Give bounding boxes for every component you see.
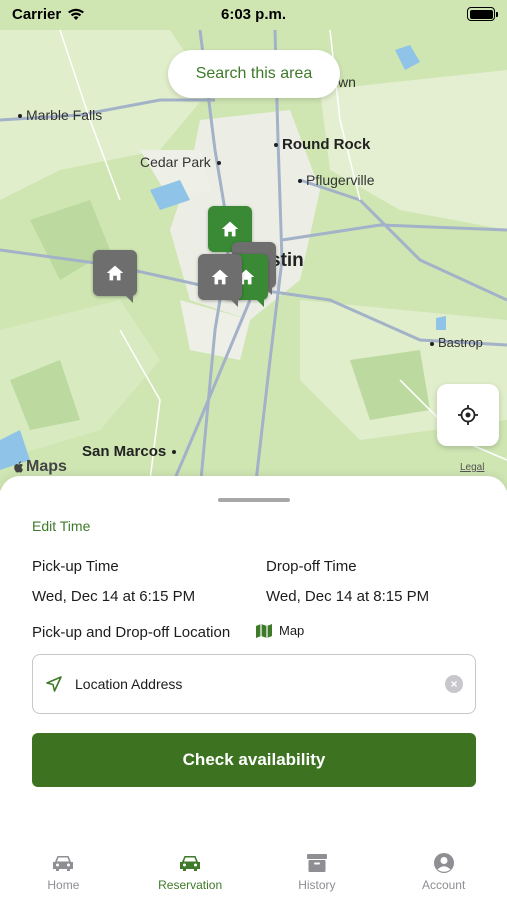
- archive-box-icon: [306, 854, 327, 872]
- house-icon: [211, 269, 229, 285]
- tab-history[interactable]: History: [254, 846, 381, 900]
- legal-link[interactable]: Legal: [460, 462, 484, 473]
- person-circle-icon: [433, 853, 454, 873]
- tab-home-label: Home: [47, 878, 80, 892]
- address-input[interactable]: [75, 676, 445, 692]
- tab-account-label: Account: [421, 878, 466, 892]
- map-label-cedar-park: Cedar Park: [140, 154, 225, 170]
- status-bar: Carrier 6:03 p.m.: [0, 0, 507, 28]
- map-label-pflugerville: Pflugerville: [298, 172, 374, 188]
- tab-reservation-label: Reservation: [158, 878, 223, 892]
- sheet-grabber[interactable]: [218, 498, 290, 502]
- car-icon: [180, 856, 201, 871]
- maps-attribution-text: Maps: [26, 458, 67, 475]
- edit-time-link[interactable]: Edit Time: [32, 518, 90, 534]
- pickup-time-value[interactable]: Wed, Dec 14 at 6:15 PM: [32, 588, 195, 605]
- map-label-marble-falls: Marble Falls: [18, 107, 102, 123]
- current-location-button[interactable]: [437, 384, 499, 446]
- tab-bar: Home Reservation History Account: [0, 846, 507, 900]
- map-view[interactable]: Carrier 6:03 p.m. Search this area Marbl…: [0, 0, 507, 490]
- map-label-town: wn: [338, 74, 356, 90]
- tab-reservation[interactable]: Reservation: [127, 846, 254, 900]
- apple-logo-icon: [14, 461, 23, 473]
- carrier-label: Carrier: [12, 5, 62, 23]
- location-arrow-icon: [46, 676, 62, 692]
- wifi-icon: [68, 8, 85, 20]
- clear-address-button[interactable]: ×: [445, 675, 463, 693]
- map-icon: [256, 623, 272, 638]
- tab-history-label: History: [298, 878, 336, 892]
- dropoff-time-value[interactable]: Wed, Dec 14 at 8:15 PM: [266, 588, 429, 605]
- tab-account[interactable]: Account: [380, 846, 507, 900]
- location-pin-4[interactable]: [198, 254, 242, 307]
- reservation-sheet: Edit Time Pick-up Time Wed, Dec 14 at 6:…: [0, 476, 507, 900]
- location-pin-3[interactable]: [93, 250, 137, 303]
- tab-home[interactable]: Home: [0, 846, 127, 900]
- location-label: Pick-up and Drop-off Location: [32, 624, 231, 641]
- pickup-time-label: Pick-up Time: [32, 558, 119, 575]
- search-this-area-button[interactable]: Search this area: [168, 50, 340, 98]
- house-icon: [106, 265, 124, 281]
- car-icon: [53, 856, 74, 871]
- address-field[interactable]: ×: [32, 654, 476, 714]
- crosshair-icon: [458, 405, 478, 425]
- map-label-san-marcos: San Marcos: [82, 443, 180, 460]
- battery-icon: [467, 7, 498, 21]
- map-label-round-rock: Round Rock: [274, 136, 370, 153]
- map-link-label: Map: [279, 623, 305, 638]
- house-icon: [221, 221, 239, 237]
- map-label-bastrop: Bastrop: [430, 335, 483, 350]
- dropoff-time-label: Drop-off Time: [266, 558, 357, 575]
- map-link[interactable]: Map: [255, 623, 304, 638]
- maps-attribution: Maps: [12, 458, 67, 476]
- clear-x-icon: ×: [450, 677, 458, 691]
- check-availability-button[interactable]: Check availability: [32, 733, 476, 787]
